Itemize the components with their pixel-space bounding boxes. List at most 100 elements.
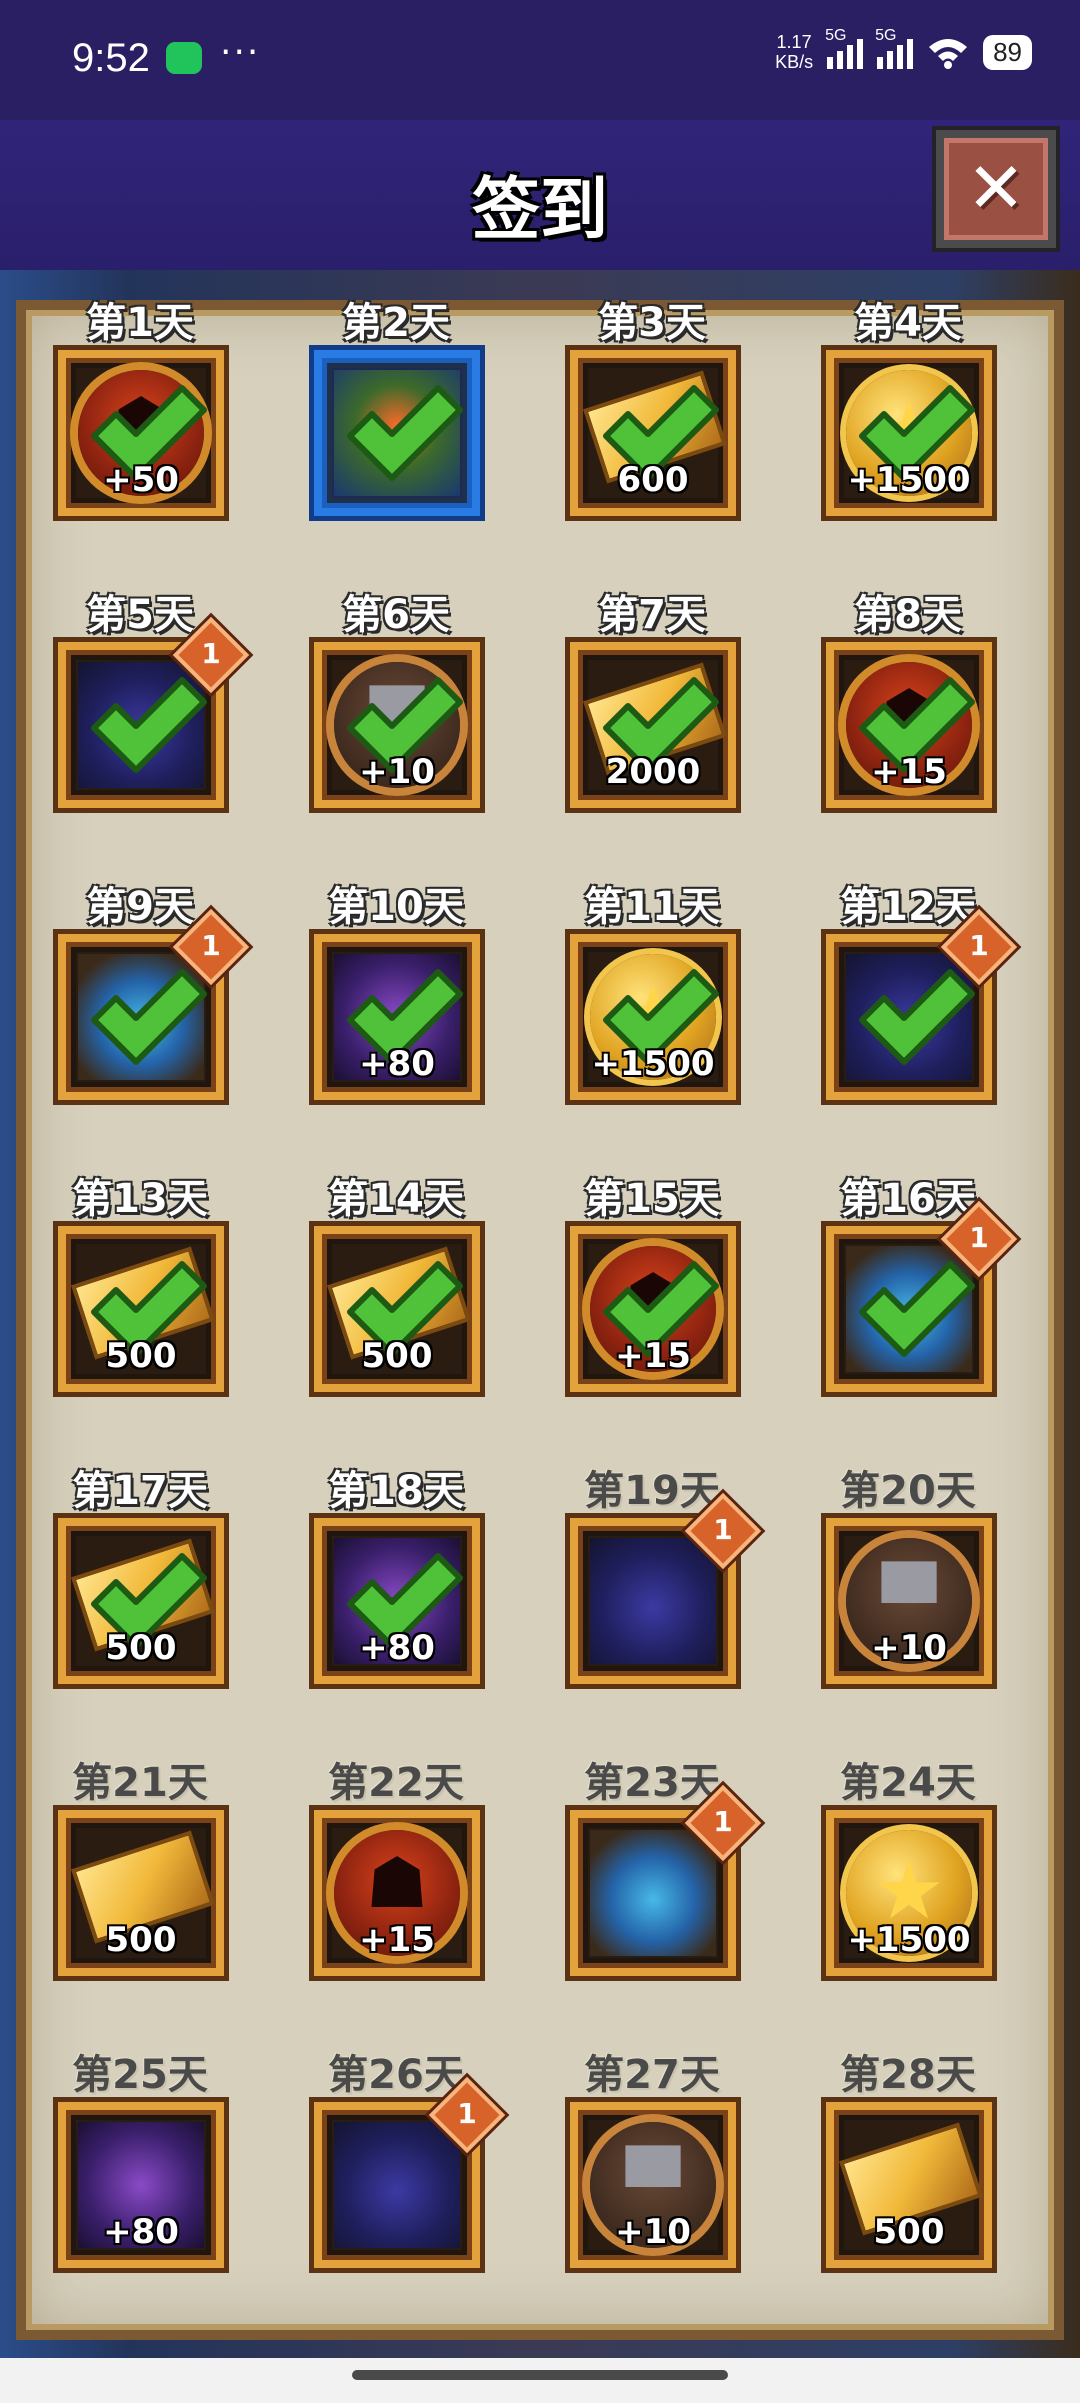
- day-cell-23[interactable]: 第23天 1: [552, 1740, 762, 2000]
- day-cell-18[interactable]: 第18天 +80: [296, 1448, 496, 1708]
- signal-1-label: 5G: [825, 27, 847, 44]
- reward-slot[interactable]: +15: [826, 642, 992, 808]
- reward-slot[interactable]: 500: [314, 1226, 480, 1392]
- home-indicator[interactable]: [352, 2370, 728, 2380]
- reward-amount: +1500: [847, 460, 971, 500]
- day-label: 第20天: [840, 1468, 976, 1514]
- reward-slot[interactable]: 500: [58, 1518, 224, 1684]
- claimed-check-icon: [859, 1261, 975, 1357]
- day-cell-22[interactable]: 第22天 +15: [296, 1740, 496, 2000]
- reward-slot[interactable]: +80: [58, 2102, 224, 2268]
- reward-amount: 2000: [605, 752, 701, 792]
- close-icon: ✕: [966, 147, 1026, 229]
- reward-amount: +10: [871, 1628, 947, 1668]
- day-label: 第18天: [328, 1468, 464, 1514]
- reward-amount: +1500: [847, 1920, 971, 1960]
- system-bottom-bar: [0, 2358, 1080, 2403]
- reward-slot[interactable]: 500: [58, 1226, 224, 1392]
- reward-slot[interactable]: +1500: [826, 350, 992, 516]
- more-notifications-icon: ···: [220, 32, 261, 73]
- day-cell-25[interactable]: 第25天 +80: [40, 2032, 240, 2292]
- demon-figure-icon: [590, 1538, 716, 1664]
- reward-slot[interactable]: +80: [314, 1518, 480, 1684]
- reward-slot[interactable]: 600: [570, 350, 736, 516]
- network-speed: 1.17 KB/s: [775, 32, 813, 72]
- reward-slot[interactable]: +1500: [570, 934, 736, 1100]
- day-label: 第2天: [342, 300, 450, 346]
- count-badge-value: 1: [201, 929, 221, 962]
- day-label: 第22天: [328, 1760, 464, 1806]
- reward-slot[interactable]: 500: [58, 1810, 224, 1976]
- claimed-check-icon: [91, 969, 207, 1065]
- reward-slot[interactable]: +1500: [826, 1810, 992, 1976]
- day-cell-16[interactable]: 第16天 1: [808, 1156, 1018, 1416]
- reward-amount: +1500: [591, 1044, 715, 1084]
- day-cell-10[interactable]: 第10天 +80: [296, 864, 496, 1124]
- day-cell-28[interactable]: 第28天 500: [808, 2032, 1008, 2292]
- day-cell-17[interactable]: 第17天 500: [40, 1448, 240, 1708]
- reward-slot[interactable]: +50: [58, 350, 224, 516]
- reward-amount: +15: [359, 1920, 435, 1960]
- day-label: 第25天: [72, 2052, 208, 2098]
- reward-amount: 500: [105, 1920, 177, 1960]
- day-cell-6[interactable]: 第6天 +10: [296, 572, 496, 832]
- reward-slot[interactable]: +15: [570, 1226, 736, 1392]
- day-label: 第14天: [328, 1176, 464, 1222]
- reward-amount: +10: [359, 752, 435, 792]
- day-cell-8[interactable]: 第8天 +15: [808, 572, 1008, 832]
- demon-figure-icon: [334, 2122, 460, 2248]
- day-label: 第6天: [342, 592, 450, 638]
- signal-icon-1: 5G: [825, 27, 864, 69]
- day-label: 第3天: [598, 300, 706, 346]
- day-label: 第24天: [840, 1760, 976, 1806]
- day-cell-9[interactable]: 第9天 1: [40, 864, 250, 1124]
- day-cell-26[interactable]: 第26天 1: [296, 2032, 506, 2292]
- close-button[interactable]: ✕: [936, 130, 1056, 248]
- day-cell-11[interactable]: 第11天 +1500: [552, 864, 752, 1124]
- reward-slot[interactable]: +10: [826, 1518, 992, 1684]
- day-label: 第21天: [72, 1760, 208, 1806]
- day-cell-13[interactable]: 第13天 500: [40, 1156, 240, 1416]
- day-label: 第4天: [854, 300, 962, 346]
- signal-2-label: 5G: [875, 27, 897, 44]
- reward-slot[interactable]: 500: [826, 2102, 992, 2268]
- reward-amount: +10: [615, 2212, 691, 2252]
- reward-slot[interactable]: +10: [314, 642, 480, 808]
- day-cell-5[interactable]: 第5天 1: [40, 572, 250, 832]
- reward-slot[interactable]: +10: [570, 2102, 736, 2268]
- reward-slot[interactable]: [314, 350, 480, 516]
- reward-slot[interactable]: +80: [314, 934, 480, 1100]
- battery-indicator: 89: [983, 34, 1032, 70]
- reward-amount: +15: [871, 752, 947, 792]
- day-cell-27[interactable]: 第27天 +10: [552, 2032, 752, 2292]
- day-cell-3[interactable]: 第3天 600: [552, 280, 752, 540]
- claimed-check-icon: [347, 385, 463, 481]
- reward-amount: +15: [615, 1336, 691, 1376]
- count-badge-value: 1: [713, 1805, 733, 1838]
- day-cell-12[interactable]: 第12天 1: [808, 864, 1018, 1124]
- reward-amount: +80: [359, 1044, 435, 1084]
- reward-amount: +50: [103, 460, 179, 500]
- reward-amount: 600: [617, 460, 689, 500]
- reward-amount: 500: [105, 1628, 177, 1668]
- reward-slot[interactable]: +15: [314, 1810, 480, 1976]
- day-cell-19[interactable]: 第19天 1: [552, 1448, 762, 1708]
- day-label: 第11天: [584, 884, 720, 930]
- day-cell-24[interactable]: 第24天 +1500: [808, 1740, 1008, 2000]
- status-time: 9:52: [72, 36, 150, 80]
- day-label: 第13天: [72, 1176, 208, 1222]
- day-cell-21[interactable]: 第21天 500: [40, 1740, 240, 2000]
- day-cell-1[interactable]: 第1天 +50: [40, 280, 240, 540]
- day-cell-4[interactable]: 第4天 +1500: [808, 280, 1008, 540]
- day-cell-14[interactable]: 第14天 500: [296, 1156, 496, 1416]
- day-cell-2[interactable]: 第2天: [296, 280, 496, 540]
- day-label: 第17天: [72, 1468, 208, 1514]
- reward-slot[interactable]: 2000: [570, 642, 736, 808]
- network-speed-value: 1.17: [776, 32, 812, 52]
- wifi-icon: [929, 39, 968, 69]
- day-label: 第8天: [854, 592, 962, 638]
- day-cell-15[interactable]: 第15天 +15: [552, 1156, 752, 1416]
- day-cell-7[interactable]: 第7天 2000: [552, 572, 752, 832]
- day-cell-20[interactable]: 第20天 +10: [808, 1448, 1008, 1708]
- day-label: 第15天: [584, 1176, 720, 1222]
